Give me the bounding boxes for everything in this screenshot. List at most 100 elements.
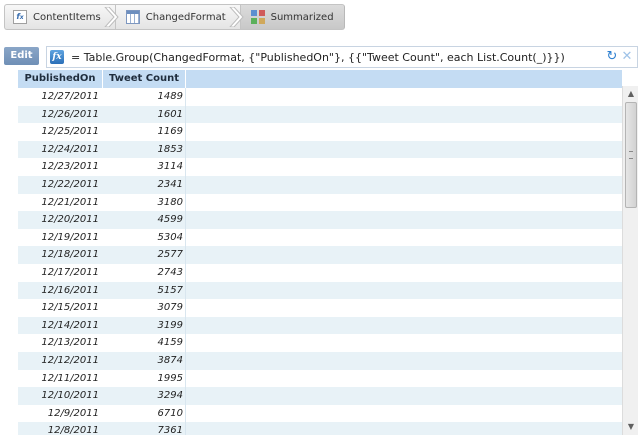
cell-empty: [186, 158, 622, 176]
cell-publishedon[interactable]: 12/12/2011: [18, 352, 103, 370]
breadcrumb-step-changedformat[interactable]: ChangedFormat: [114, 4, 244, 30]
breadcrumb-step-contentitems[interactable]: fx ContentItems: [4, 4, 119, 30]
table-row[interactable]: 12/22/2011 2341: [18, 175, 622, 194]
cell-publishedon[interactable]: 12/13/2011: [18, 334, 103, 352]
table-row[interactable]: 12/20/2011 4599: [18, 211, 622, 229]
column-header-tweet-count[interactable]: Tweet Count: [103, 70, 186, 88]
cell-publishedon[interactable]: 12/17/2011: [18, 264, 103, 282]
data-grid: PublishedOn Tweet Count 12/27/2011 1489 12…: [18, 70, 622, 435]
cell-tweet-count[interactable]: 2341: [103, 175, 186, 194]
cell-empty: [186, 106, 622, 124]
cell-publishedon[interactable]: 12/8/2011: [18, 422, 103, 435]
cell-empty: [186, 370, 622, 388]
close-icon[interactable]: ✕: [620, 50, 634, 64]
cell-tweet-count[interactable]: 4599: [103, 211, 186, 229]
cell-tweet-count[interactable]: 3180: [103, 193, 186, 212]
breadcrumb-separator-icon: [104, 7, 119, 27]
cell-tweet-count[interactable]: 1601: [103, 105, 186, 124]
formula-bar[interactable]: fx = Table.Group(ChangedFormat, {"Publis…: [46, 46, 638, 68]
cell-empty: [186, 387, 622, 405]
table-row[interactable]: 12/13/2011 4159: [18, 334, 622, 352]
table-row[interactable]: 12/21/2011 3180: [18, 193, 622, 212]
cell-tweet-count[interactable]: 5304: [103, 228, 186, 247]
table-row[interactable]: 12/19/2011 5304: [18, 228, 622, 247]
vertical-scrollbar[interactable]: ▲ ▼: [622, 86, 638, 435]
cell-publishedon[interactable]: 12/27/2011: [18, 88, 103, 106]
cell-empty: [186, 246, 622, 264]
cell-empty: [186, 229, 622, 247]
table-row[interactable]: 12/15/2011 3079: [18, 299, 622, 317]
cell-publishedon[interactable]: 12/21/2011: [18, 194, 103, 212]
cell-empty: [186, 264, 622, 282]
cell-empty: [186, 299, 622, 317]
cell-publishedon[interactable]: 12/16/2011: [18, 282, 103, 300]
cell-publishedon[interactable]: 12/9/2011: [18, 405, 103, 423]
cell-publishedon[interactable]: 12/23/2011: [18, 158, 103, 176]
breadcrumb-step-label: ContentItems: [33, 11, 101, 23]
cell-tweet-count[interactable]: 1169: [103, 123, 186, 141]
cell-publishedon[interactable]: 12/10/2011: [18, 387, 103, 405]
cell-publishedon[interactable]: 12/22/2011: [18, 176, 103, 194]
breadcrumb-separator-icon: [228, 7, 244, 27]
cell-tweet-count[interactable]: 2577: [103, 246, 186, 264]
column-header-publishedon[interactable]: PublishedOn: [18, 70, 103, 88]
cell-empty: [186, 405, 622, 423]
cell-publishedon[interactable]: 12/15/2011: [18, 299, 103, 317]
table-row[interactable]: 12/25/2011 1169: [18, 123, 622, 141]
refresh-icon[interactable]: ↻: [605, 50, 619, 64]
scroll-up-arrow-icon[interactable]: ▲: [626, 89, 636, 99]
cell-tweet-count[interactable]: 3874: [103, 351, 186, 370]
cell-empty: [186, 88, 622, 106]
grouped-step-icon: [250, 10, 265, 24]
cell-tweet-count[interactable]: 1995: [103, 369, 186, 388]
cell-tweet-count[interactable]: 3114: [103, 158, 186, 176]
cell-tweet-count[interactable]: 7361: [103, 422, 186, 435]
table-row[interactable]: 12/17/2011 2743: [18, 263, 622, 282]
cell-publishedon[interactable]: 12/18/2011: [18, 246, 103, 264]
table-row[interactable]: 12/9/2011 6710: [18, 404, 622, 423]
table-row[interactable]: 12/12/2011 3874: [18, 351, 622, 370]
cell-empty: [186, 282, 622, 300]
cell-publishedon[interactable]: 12/24/2011: [18, 141, 103, 159]
formula-text[interactable]: = Table.Group(ChangedFormat, {"Published…: [71, 51, 565, 64]
cell-empty: [186, 352, 622, 370]
cell-publishedon[interactable]: 12/25/2011: [18, 123, 103, 141]
cell-publishedon[interactable]: 12/19/2011: [18, 229, 103, 247]
breadcrumb-step-label: ChangedFormat: [145, 11, 226, 23]
fx-icon: fx: [50, 50, 64, 64]
scrollbar-thumb[interactable]: [625, 102, 637, 208]
cell-publishedon[interactable]: 12/11/2011: [18, 370, 103, 388]
table-row[interactable]: 12/26/2011 1601: [18, 105, 622, 124]
table-row[interactable]: 12/8/2011 7361: [18, 422, 622, 435]
cell-empty: [186, 422, 622, 435]
table-row[interactable]: 12/27/2011 1489: [18, 88, 622, 106]
grid-header: PublishedOn Tweet Count: [18, 70, 622, 88]
grid-body: 12/27/2011 1489 12/26/2011 1601 12/25/2011 11…: [18, 88, 622, 435]
scroll-down-arrow-icon[interactable]: ▼: [626, 422, 636, 432]
cell-tweet-count[interactable]: 1489: [103, 88, 186, 106]
cell-publishedon[interactable]: 12/26/2011: [18, 106, 103, 124]
cell-tweet-count[interactable]: 3199: [103, 316, 186, 335]
cell-empty: [186, 176, 622, 194]
cell-tweet-count[interactable]: 6710: [103, 404, 186, 423]
table-row[interactable]: 12/23/2011 3114: [18, 158, 622, 176]
table-row[interactable]: 12/10/2011 3294: [18, 387, 622, 405]
edit-button[interactable]: Edit: [4, 47, 39, 65]
cell-tweet-count[interactable]: 1853: [103, 140, 186, 159]
formula-step-icon: fx: [13, 10, 27, 24]
cell-tweet-count[interactable]: 3079: [103, 299, 186, 317]
column-header-empty: [186, 70, 622, 88]
cell-tweet-count[interactable]: 5157: [103, 281, 186, 300]
table-row[interactable]: 12/18/2011 2577: [18, 246, 622, 264]
cell-tweet-count[interactable]: 4159: [103, 334, 186, 352]
cell-publishedon[interactable]: 12/14/2011: [18, 317, 103, 335]
table-step-icon: [125, 10, 140, 24]
cell-tweet-count[interactable]: 3294: [103, 387, 186, 405]
table-row[interactable]: 12/11/2011 1995: [18, 369, 622, 388]
breadcrumb-step-summarized[interactable]: Summarized: [239, 4, 345, 30]
cell-tweet-count[interactable]: 2743: [103, 263, 186, 282]
cell-publishedon[interactable]: 12/20/2011: [18, 211, 103, 229]
table-row[interactable]: 12/16/2011 5157: [18, 281, 622, 300]
table-row[interactable]: 12/24/2011 1853: [18, 140, 622, 159]
table-row[interactable]: 12/14/2011 3199: [18, 316, 622, 335]
